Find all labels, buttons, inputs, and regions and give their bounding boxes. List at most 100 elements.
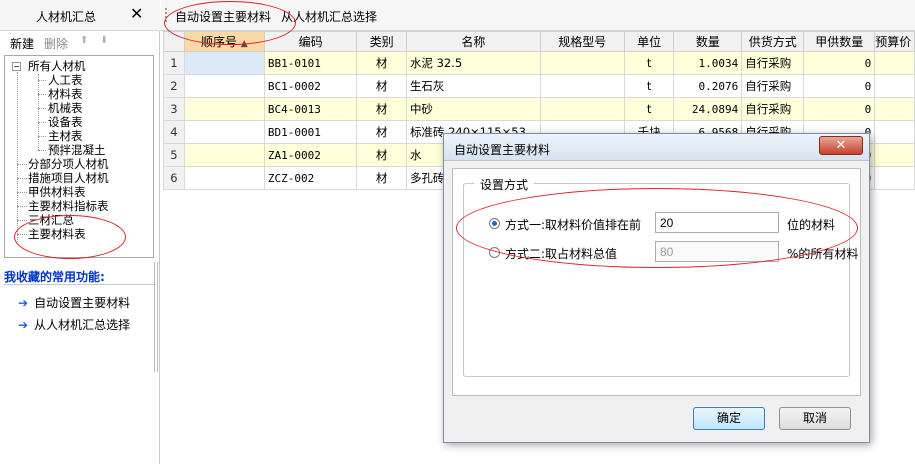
tree-item-three-materials[interactable]: 三材汇总: [28, 213, 74, 227]
unit-cell[interactable]: t: [623, 74, 675, 98]
row-number-cell[interactable]: 2: [163, 74, 185, 98]
tree-item-owner-supply[interactable]: 甲供材料表: [28, 185, 86, 199]
tree-item-material[interactable]: 材料表: [48, 87, 83, 101]
seq-cell[interactable]: [183, 166, 265, 190]
delete-button[interactable]: 删除: [44, 35, 68, 52]
column-header-unit[interactable]: 单位: [623, 31, 675, 52]
type-cell[interactable]: 材: [356, 143, 407, 167]
seq-cell[interactable]: [183, 97, 265, 121]
collapse-icon[interactable]: −: [12, 62, 21, 71]
budget-price-cell[interactable]: [874, 143, 915, 167]
column-header-seq[interactable]: 顺序号 ▲: [183, 31, 265, 52]
option2-label[interactable]: 方式二:取占材料总值: [505, 245, 617, 262]
tree-item-main-materials[interactable]: 主要材料表: [28, 227, 86, 241]
top-n-input[interactable]: [655, 212, 779, 233]
tree-connector: [17, 206, 27, 207]
close-icon: ✕: [835, 138, 847, 153]
spec-cell[interactable]: [539, 97, 625, 121]
dialog-titlebar[interactable]: 自动设置主要材料 ✕: [444, 134, 869, 161]
owner-qty-cell[interactable]: 0: [803, 51, 876, 75]
row-number-cell[interactable]: 6: [163, 166, 185, 190]
seq-cell[interactable]: [183, 51, 265, 75]
spec-cell[interactable]: [539, 74, 625, 98]
table-row[interactable]: 1 BB1-0101 材水泥 32.5 t 1.0034 自行采购 0: [163, 51, 915, 75]
seq-cell[interactable]: [183, 120, 265, 144]
type-cell[interactable]: 材: [356, 74, 407, 98]
column-header-qty[interactable]: 数量: [673, 31, 743, 52]
column-header-code[interactable]: 编码: [263, 31, 358, 52]
unit-cell[interactable]: t: [623, 51, 675, 75]
row-number-cell[interactable]: 4: [163, 120, 185, 144]
move-up-icon[interactable]: ⬆: [80, 35, 88, 46]
toolbar-grip[interactable]: [165, 8, 168, 22]
table-row[interactable]: 2 BC1-0002 材生石灰 t 0.2076 自行采购 0: [163, 74, 915, 98]
new-button[interactable]: 新建: [10, 35, 34, 52]
option2-radio[interactable]: [489, 247, 500, 258]
column-header-supply[interactable]: 供货方式: [741, 31, 805, 52]
tree-item-equipment[interactable]: 设备表: [48, 115, 83, 129]
row-number-cell[interactable]: 5: [163, 143, 185, 167]
dialog-close-button[interactable]: ✕: [819, 136, 863, 155]
owner-qty-cell[interactable]: 0: [803, 74, 876, 98]
tree-item-concrete[interactable]: 预拌混凝土: [48, 143, 106, 157]
column-header-type[interactable]: 类别: [356, 31, 407, 52]
table-row[interactable]: 3 BC4-0013 材中砂 t 24.0894 自行采购 0: [163, 97, 915, 121]
select-from-summary-button[interactable]: 从人材机汇总选择: [281, 8, 377, 25]
type-cell[interactable]: 材: [356, 166, 407, 190]
column-header-name[interactable]: 名称: [405, 31, 541, 52]
row-number-cell[interactable]: 1: [163, 51, 185, 75]
fav-item-auto-set[interactable]: ➔ 自动设置主要材料: [18, 294, 130, 311]
tree-item-sub-items[interactable]: 分部分项人材机: [28, 157, 109, 171]
supply-cell[interactable]: 自行采购: [741, 74, 805, 98]
budget-price-cell[interactable]: [874, 166, 915, 190]
close-icon[interactable]: ✕: [130, 4, 143, 23]
move-down-icon[interactable]: ⬇: [100, 35, 108, 46]
tree-item-machine[interactable]: 机械表: [48, 101, 83, 115]
budget-price-cell[interactable]: [874, 51, 915, 75]
auto-set-main-materials-button[interactable]: 自动设置主要材料: [175, 8, 271, 25]
budget-price-cell[interactable]: [874, 97, 915, 121]
fav-item-select-from[interactable]: ➔ 从人材机汇总选择: [18, 316, 130, 333]
tree-item-measures[interactable]: 措施项目人材机: [28, 171, 109, 185]
row-number-cell[interactable]: 3: [163, 97, 185, 121]
code-cell[interactable]: BB1-0101: [263, 51, 358, 75]
tree-item-main-index[interactable]: 主要材料指标表: [28, 199, 109, 213]
type-cell[interactable]: 材: [356, 97, 407, 121]
budget-price-cell[interactable]: [874, 74, 915, 98]
option1-label[interactable]: 方式一:取材料价值排在前: [505, 216, 641, 233]
code-cell[interactable]: BD1-0001: [263, 120, 358, 144]
column-header-spec[interactable]: 规格型号: [539, 31, 625, 52]
supply-cell[interactable]: 自行采购: [741, 51, 805, 75]
spec-cell[interactable]: [539, 51, 625, 75]
name-cell[interactable]: 水泥 32.5: [405, 51, 541, 75]
seq-cell[interactable]: [183, 143, 265, 167]
code-cell[interactable]: ZA1-0002: [263, 143, 358, 167]
column-header-owner-qty[interactable]: 甲供数量: [803, 31, 876, 52]
owner-qty-cell[interactable]: 0: [803, 97, 876, 121]
qty-cell[interactable]: 1.0034: [673, 51, 743, 75]
column-header-budget-price[interactable]: 预算价: [874, 31, 915, 52]
cancel-button[interactable]: 取消: [779, 407, 851, 430]
type-cell[interactable]: 材: [356, 120, 407, 144]
code-cell[interactable]: BC4-0013: [263, 97, 358, 121]
ok-button[interactable]: 确定: [693, 407, 765, 430]
tree-item-main-material[interactable]: 主材表: [48, 129, 83, 143]
type-cell[interactable]: 材: [356, 51, 407, 75]
supply-cell[interactable]: 自行采购: [741, 97, 805, 121]
budget-price-cell[interactable]: [874, 120, 915, 144]
tree-item-labor[interactable]: 人工表: [48, 73, 83, 87]
qty-cell[interactable]: 0.2076: [673, 74, 743, 98]
option1-radio[interactable]: [489, 218, 500, 229]
seq-cell[interactable]: [183, 74, 265, 98]
name-cell[interactable]: 中砂: [405, 97, 541, 121]
code-cell[interactable]: BC1-0002: [263, 74, 358, 98]
tree-connector: [17, 234, 27, 235]
splitter-handle[interactable]: [154, 262, 158, 372]
qty-cell[interactable]: 24.0894: [673, 97, 743, 121]
unit-cell[interactable]: t: [623, 97, 675, 121]
code-cell[interactable]: ZCZ-002: [263, 166, 358, 190]
name-cell[interactable]: 生石灰: [405, 74, 541, 98]
tree-item-all[interactable]: 所有人材机: [28, 59, 86, 73]
percent-input[interactable]: [655, 241, 779, 262]
left-panel-header: 人材机汇总 ✕: [0, 0, 160, 31]
